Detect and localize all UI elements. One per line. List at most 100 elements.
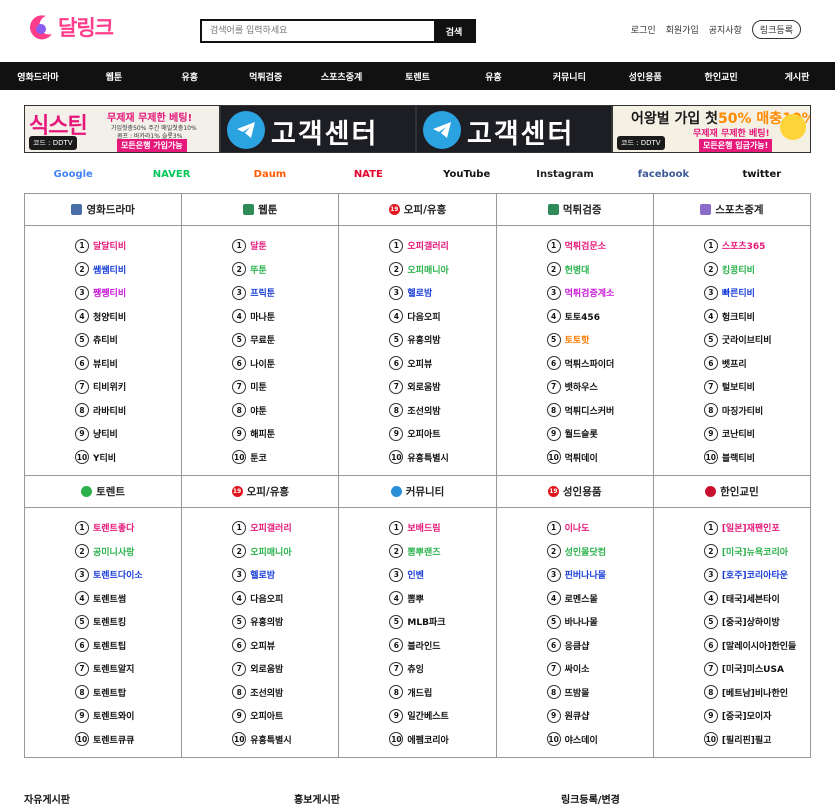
site-link[interactable]: 5 바나나몰 bbox=[497, 610, 653, 634]
site-link[interactable]: 2 공미니사랑 bbox=[25, 540, 181, 564]
category-heading[interactable]: 스포츠중계 bbox=[653, 194, 811, 226]
site-link[interactable]: 6 뷰티비 bbox=[25, 352, 181, 376]
nav-item[interactable]: 유흥 bbox=[455, 62, 531, 90]
site-link[interactable]: 8 [베트남]비나한인 bbox=[654, 681, 810, 705]
site-logo[interactable]: 달링크 bbox=[26, 10, 122, 44]
site-link[interactable]: 3 인벤 bbox=[339, 563, 495, 587]
site-link[interactable]: 3 핀버나나몰 bbox=[497, 563, 653, 587]
site-link[interactable]: 10 [필리핀]필고 bbox=[654, 728, 810, 752]
site-link[interactable]: 7 미툰 bbox=[182, 375, 338, 399]
site-link[interactable]: 2 [미국]뉴욕코리아 bbox=[654, 540, 810, 564]
site-link[interactable]: 10 에펨코리아 bbox=[339, 728, 495, 752]
site-link[interactable]: 8 먹튀디스커버 bbox=[497, 399, 653, 423]
site-link[interactable]: 1 보배드림 bbox=[339, 516, 495, 540]
site-link[interactable]: 6 토렌트팁 bbox=[25, 634, 181, 658]
site-link[interactable]: 1 오피갤러리 bbox=[182, 516, 338, 540]
site-link[interactable]: 10 툰코 bbox=[182, 446, 338, 470]
nav-item[interactable]: 영화드라마 bbox=[0, 62, 76, 90]
site-link[interactable]: 5 츄티비 bbox=[25, 328, 181, 352]
portal-link-youtube[interactable]: YouTube bbox=[418, 163, 516, 185]
site-link[interactable]: 3 쨍쨍티비 bbox=[25, 281, 181, 305]
login-link[interactable]: 로그인 bbox=[631, 23, 656, 36]
banner-customer-center-1[interactable]: 고객센터 bbox=[220, 105, 416, 153]
site-link[interactable]: 1 먹튀검문소 bbox=[497, 234, 653, 258]
site-link[interactable]: 10 먹튀데이 bbox=[497, 446, 653, 470]
site-link[interactable]: 2 킹콩티비 bbox=[654, 258, 810, 282]
site-link[interactable]: 5 토토핫 bbox=[497, 328, 653, 352]
site-link[interactable]: 6 나이툰 bbox=[182, 352, 338, 376]
signup-link[interactable]: 회원가입 bbox=[666, 23, 699, 36]
site-link[interactable]: 10 유흥특별시 bbox=[339, 446, 495, 470]
category-heading[interactable]: 토렌트 bbox=[25, 476, 182, 508]
site-link[interactable]: 6 벳프리 bbox=[654, 352, 810, 376]
site-link[interactable]: 9 해피툰 bbox=[182, 422, 338, 446]
category-heading[interactable]: 영화드라마 bbox=[25, 194, 182, 226]
search-input[interactable] bbox=[202, 21, 434, 41]
nav-item[interactable]: 커뮤니티 bbox=[531, 62, 607, 90]
site-link[interactable]: 4 뽐뿌 bbox=[339, 587, 495, 611]
site-link[interactable]: 7 토렌트알지 bbox=[25, 657, 181, 681]
site-link[interactable]: 8 마징가티비 bbox=[654, 399, 810, 423]
site-link[interactable]: 10 토렌트큐큐 bbox=[25, 728, 181, 752]
site-link[interactable]: 5 토렌트킹 bbox=[25, 610, 181, 634]
category-heading[interactable]: 먹튀검증 bbox=[496, 194, 653, 226]
site-link[interactable]: 4 다음오피 bbox=[182, 587, 338, 611]
site-link[interactable]: 9 코난티비 bbox=[654, 422, 810, 446]
link-register-button[interactable]: 링크등록 bbox=[751, 20, 801, 39]
link-register-change-link[interactable]: 링크등록/변경 bbox=[561, 791, 620, 809]
nav-item[interactable]: 성인용품 bbox=[607, 62, 683, 90]
site-link[interactable]: 4 청양티비 bbox=[25, 305, 181, 329]
site-link[interactable]: 2 오피매니아 bbox=[339, 258, 495, 282]
search-button[interactable]: 검색 bbox=[434, 21, 474, 41]
site-link[interactable]: 3 토렌트다이소 bbox=[25, 563, 181, 587]
site-link[interactable]: 10 Y티비 bbox=[25, 446, 181, 470]
category-heading[interactable]: 19 성인용품 bbox=[496, 476, 653, 508]
site-link[interactable]: 8 야툰 bbox=[182, 399, 338, 423]
site-link[interactable]: 6 오피뷰 bbox=[182, 634, 338, 658]
site-link[interactable]: 4 토렌트썸 bbox=[25, 587, 181, 611]
site-link[interactable]: 2 뽐뿌랜즈 bbox=[339, 540, 495, 564]
site-link[interactable]: 2 쌤쌤티비 bbox=[25, 258, 181, 282]
nav-item[interactable]: 웹툰 bbox=[76, 62, 152, 90]
site-link[interactable]: 5 무료툰 bbox=[182, 328, 338, 352]
site-link[interactable]: 4 [태국]세븐타이 bbox=[654, 587, 810, 611]
site-link[interactable]: 2 뚜툰 bbox=[182, 258, 338, 282]
category-heading[interactable]: 한인교민 bbox=[653, 476, 811, 508]
site-link[interactable]: 6 먹튀스파이더 bbox=[497, 352, 653, 376]
site-link[interactable]: 10 유흥특별시 bbox=[182, 728, 338, 752]
portal-link-instagram[interactable]: Instagram bbox=[516, 163, 614, 185]
site-link[interactable]: 6 블라인드 bbox=[339, 634, 495, 658]
category-heading[interactable]: 19 오피/유흥 bbox=[339, 194, 496, 226]
site-link[interactable]: 6 응큼샵 bbox=[497, 634, 653, 658]
site-link[interactable]: 1 이나도 bbox=[497, 516, 653, 540]
site-link[interactable]: 9 일간베스트 bbox=[339, 704, 495, 728]
site-link[interactable]: 9 토렌트와이 bbox=[25, 704, 181, 728]
nav-item[interactable]: 스포츠중계 bbox=[304, 62, 380, 90]
site-link[interactable]: 2 헌병대 bbox=[497, 258, 653, 282]
banner-eowangbeol[interactable]: 어왕벌 가입 첫50% 매충10% 무제재 무제한 베팅! 코드 : DDTV … bbox=[612, 105, 811, 153]
site-link[interactable]: 4 토토456 bbox=[497, 305, 653, 329]
site-link[interactable]: 4 다음오피 bbox=[339, 305, 495, 329]
notice-link[interactable]: 공지사항 bbox=[709, 23, 742, 36]
site-link[interactable]: 8 토렌트탑 bbox=[25, 681, 181, 705]
site-link[interactable]: 7 외로움밤 bbox=[182, 657, 338, 681]
site-link[interactable]: 7 [미국]미스USA bbox=[654, 657, 810, 681]
banner-customer-center-2[interactable]: 고객센터 bbox=[416, 105, 612, 153]
site-link[interactable]: 8 조선의밤 bbox=[339, 399, 495, 423]
nav-item[interactable]: 한인교민 bbox=[683, 62, 759, 90]
category-heading[interactable]: 웹툰 bbox=[182, 194, 339, 226]
site-link[interactable]: 9 월드슬롯 bbox=[497, 422, 653, 446]
portal-link-twitter[interactable]: twitter bbox=[713, 163, 811, 185]
site-link[interactable]: 7 싸이소 bbox=[497, 657, 653, 681]
nav-item[interactable]: 먹튀검증 bbox=[228, 62, 304, 90]
free-board-link[interactable]: 자유게시판 bbox=[24, 791, 294, 809]
portal-link-facebook[interactable]: facebook bbox=[614, 163, 712, 185]
site-link[interactable]: 9 냥티비 bbox=[25, 422, 181, 446]
site-link[interactable]: 9 원큐샵 bbox=[497, 704, 653, 728]
portal-link-nate[interactable]: NATE bbox=[319, 163, 417, 185]
site-link[interactable]: 7 외로움밤 bbox=[339, 375, 495, 399]
site-link[interactable]: 5 MLB파크 bbox=[339, 610, 495, 634]
site-link[interactable]: 7 티비위키 bbox=[25, 375, 181, 399]
site-link[interactable]: 10 블랙티비 bbox=[654, 446, 810, 470]
site-link[interactable]: 5 유흥의밤 bbox=[182, 610, 338, 634]
